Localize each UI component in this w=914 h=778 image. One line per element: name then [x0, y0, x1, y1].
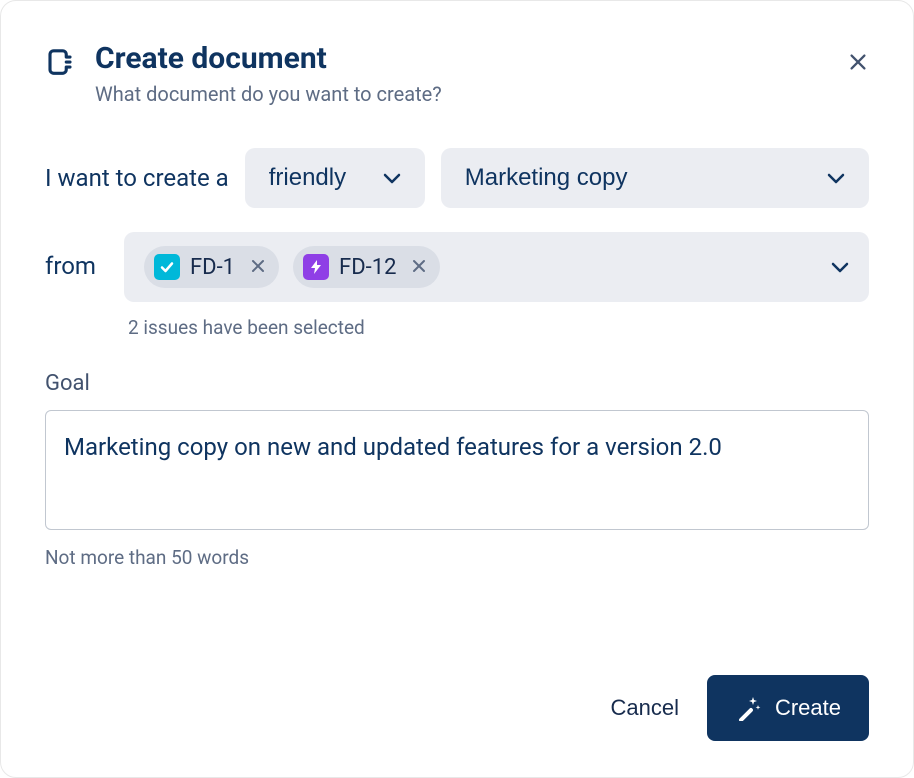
modal-title: Create document — [95, 41, 869, 76]
close-icon — [847, 51, 869, 73]
goal-textarea[interactable] — [45, 410, 869, 530]
issue-chip-label: FD-1 — [190, 255, 235, 280]
doc-type-dropdown-value: Marketing copy — [465, 164, 628, 192]
remove-chip-button[interactable] — [251, 257, 265, 278]
from-row: from FD-1 — [45, 232, 869, 339]
close-icon — [251, 259, 265, 273]
issue-chip-label: FD-12 — [339, 255, 396, 280]
modal-header: Create document What document do you wan… — [45, 41, 869, 106]
issues-helper-text: 2 issues have been selected — [128, 316, 869, 339]
goal-hint-text: Not more than 50 words — [45, 546, 869, 569]
chevron-down-icon — [383, 172, 401, 184]
cancel-button[interactable]: Cancel — [610, 695, 678, 721]
remove-chip-button[interactable] — [412, 257, 426, 278]
create-document-modal: Create document What document do you wan… — [0, 0, 914, 778]
chevron-down-icon — [827, 172, 845, 184]
close-icon — [412, 259, 426, 273]
app-logo-icon — [45, 47, 75, 77]
goal-section: Goal Not more than 50 words — [45, 371, 869, 569]
title-group: Create document What document do you wan… — [95, 41, 869, 106]
modal-footer: Cancel Create — [610, 675, 869, 741]
bolt-icon — [303, 254, 329, 280]
tone-dropdown-value: friendly — [269, 164, 346, 192]
chevron-down-icon — [831, 261, 849, 273]
from-label: from — [45, 232, 96, 280]
create-button[interactable]: Create — [707, 675, 869, 741]
issue-chip: FD-12 — [293, 246, 440, 288]
issues-multiselect[interactable]: FD-1 FD-12 — [124, 232, 869, 302]
sentence-prefix-label: I want to create a — [45, 164, 229, 192]
create-button-label: Create — [775, 695, 841, 721]
modal-subtitle: What document do you want to create? — [95, 82, 869, 106]
close-button[interactable] — [847, 51, 869, 76]
chips-wrapper: FD-1 FD-12 — [124, 232, 869, 339]
check-icon — [154, 254, 180, 280]
sentence-builder-row: I want to create a friendly Marketing co… — [45, 148, 869, 208]
magic-wand-icon — [735, 695, 761, 721]
doc-type-dropdown[interactable]: Marketing copy — [441, 148, 869, 208]
issue-chip: FD-1 — [144, 246, 279, 288]
tone-dropdown[interactable]: friendly — [245, 148, 425, 208]
goal-label: Goal — [45, 371, 869, 396]
